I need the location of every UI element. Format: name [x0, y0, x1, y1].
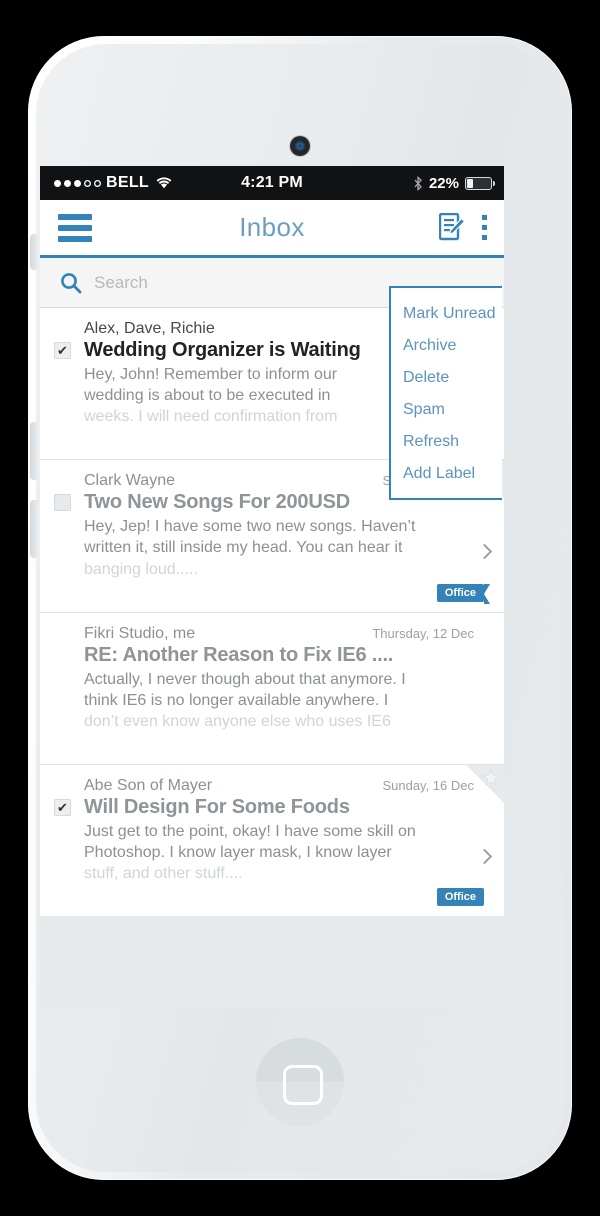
phone-screen: BELL 4:21 PM 22% Inbox Search Alex, Dave…: [40, 166, 504, 1008]
mail-sender: Alex, Dave, Richie: [84, 320, 215, 337]
mail-tag-row: Office: [54, 583, 491, 604]
mail-preview-line: stuff, and other stuff....: [84, 865, 243, 883]
mail-sender: Abe Son of Mayer: [84, 776, 213, 794]
menu-item-mark-unread[interactable]: Mark Unread: [391, 298, 502, 330]
mail-subject: Two New Songs For 200USD: [84, 491, 350, 514]
clock-label: 4:21 PM: [241, 174, 303, 191]
mail-subject-row: ✔ Will Design For Some Foods: [54, 796, 490, 819]
mail-subject: RE: Another Reason to Fix IE6 ....: [84, 643, 394, 666]
mail-sender: Clark Wayne: [84, 472, 175, 490]
star-icon[interactable]: [466, 764, 504, 803]
volume-down-button[interactable]: [30, 500, 38, 558]
hamburger-icon[interactable]: [58, 213, 92, 242]
mail-preview-line: Actually, I never though about that anym…: [84, 670, 406, 688]
mail-tag-row: Office: [54, 888, 490, 907]
mail-preview-line: Hey, Jep! I have some two new songs. Hav…: [84, 518, 416, 536]
bluetooth-icon: [413, 175, 423, 191]
mail-checkbox[interactable]: ✔: [54, 342, 71, 359]
mail-subject: Will Design For Some Foods: [84, 795, 350, 818]
mail-preview: Just get to the point, okay! I have some…: [54, 821, 490, 884]
search-icon: [60, 272, 82, 294]
status-bar: BELL 4:21 PM 22%: [40, 166, 504, 200]
page-title: Inbox: [239, 212, 305, 242]
mail-preview-line: written it, still inside my head. You ca…: [84, 539, 403, 557]
mail-tag: Office: [436, 583, 491, 604]
mail-checkbox[interactable]: [54, 494, 71, 512]
mail-date: Thursday, 12 Dec: [372, 625, 474, 641]
mail-preview-line: banging loud.....: [84, 560, 198, 578]
home-button[interactable]: [256, 1038, 344, 1126]
mail-subject: Wedding Organizer is Waiting: [84, 339, 361, 361]
menu-item-spam[interactable]: Spam: [391, 394, 502, 426]
battery-icon: [465, 176, 496, 190]
compose-icon[interactable]: [438, 212, 466, 242]
overflow-menu: Mark Unread Archive Delete Spam Refresh …: [389, 286, 502, 500]
mail-preview-line: Just get to the point, okay! I have some…: [84, 822, 416, 840]
table-row[interactable]: Fikri Studio, me Thursday, 12 Dec RE: An…: [40, 613, 504, 765]
table-row[interactable]: Abe Son of Mayer Sunday, 16 Dec ✔ Will D…: [40, 764, 504, 916]
menu-item-delete[interactable]: Delete: [391, 362, 502, 394]
mail-tag-row: [54, 736, 490, 754]
mail-meta-row: Abe Son of Mayer Sunday, 16 Dec: [54, 777, 490, 795]
mail-sender: Fikri Studio, me: [84, 624, 196, 642]
kebab-menu-icon[interactable]: [478, 212, 491, 243]
silent-switch[interactable]: [30, 234, 38, 270]
menu-item-refresh[interactable]: Refresh: [391, 426, 502, 458]
mail-preview-line: Photoshop. I know layer mask, I know lay…: [84, 844, 392, 862]
mail-preview: Hey, Jep! I have some two new songs. Hav…: [54, 516, 490, 579]
mail-preview-line: think IE6 is no longer available anywher…: [84, 691, 389, 709]
mail-tag: Office: [436, 888, 484, 907]
mail-preview: Actually, I never though about that anym…: [54, 669, 490, 732]
mail-subject-row: RE: Another Reason to Fix IE6 ....: [54, 644, 490, 667]
volume-up-button[interactable]: [30, 422, 38, 480]
menu-item-archive[interactable]: Archive: [391, 330, 502, 362]
mail-preview-line: don’t even know anyone else who uses IE6: [84, 712, 391, 730]
menu-item-add-label[interactable]: Add Label: [391, 458, 502, 490]
front-camera-icon: [290, 136, 310, 156]
mail-checkbox[interactable]: ✔: [54, 798, 71, 816]
header-actions: [438, 212, 504, 243]
app-header: Inbox: [40, 200, 504, 258]
mail-meta-row: Fikri Studio, me Thursday, 12 Dec: [54, 625, 490, 643]
